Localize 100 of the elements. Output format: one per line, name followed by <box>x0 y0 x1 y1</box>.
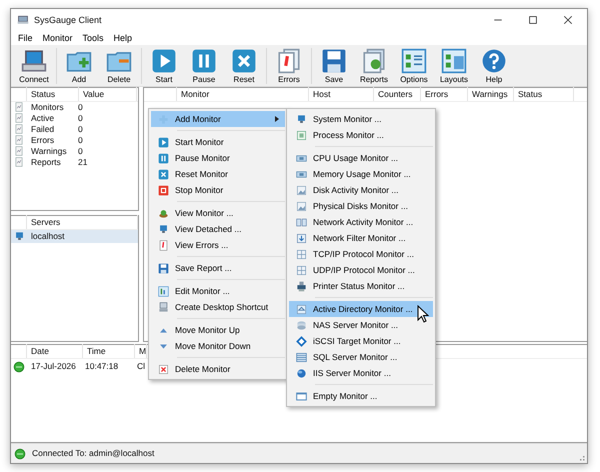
menu-item[interactable]: Stop Monitor <box>151 182 285 198</box>
column-header[interactable]: Servers <box>27 215 138 230</box>
toolbar-button[interactable]: Delete <box>99 46 139 86</box>
table-cell-text: 21 <box>77 157 88 168</box>
table-cell-text: 0 <box>77 113 83 124</box>
status-icon <box>13 360 25 373</box>
menu-item[interactable]: Empty Monitor ... <box>289 388 433 404</box>
grid-icon <box>296 248 306 260</box>
layout-icon <box>441 48 467 74</box>
menu-item[interactable]: View Errors ... <box>151 237 285 253</box>
status-icon <box>14 448 26 460</box>
menu-item[interactable]: Help <box>108 32 138 44</box>
toolbar-button[interactable]: Connect <box>14 46 54 86</box>
menu-item[interactable]: Monitor <box>38 32 78 44</box>
column-header[interactable]: Warnings <box>468 87 514 102</box>
menu-item[interactable]: View Monitor ... <box>151 205 285 221</box>
toolbar-button[interactable]: Add <box>59 46 99 86</box>
menu-item[interactable]: TCP/IP Protocol Monitor ... <box>289 246 433 262</box>
diamond-icon <box>296 336 306 346</box>
image-icon <box>296 200 306 212</box>
table-cell-text: 0 <box>77 102 83 112</box>
app-icon <box>17 14 29 26</box>
table-cell-text: 10:47:18 <box>84 361 120 372</box>
column-header[interactable]: M <box>135 344 147 358</box>
column-header[interactable]: Errors <box>421 87 468 102</box>
table-cell-text: 0 <box>77 135 83 146</box>
menu-item[interactable]: CPU Usage Monitor ... <box>289 150 433 166</box>
table-cell-text: 0 <box>77 146 83 156</box>
menu-item[interactable]: Network Filter Monitor ... <box>289 230 433 246</box>
menu-item[interactable]: Active Directory Monitor ... <box>289 301 433 317</box>
menu-item[interactable]: Printer Status Monitor ... <box>289 278 433 294</box>
menu-item[interactable]: System Monitor ... <box>289 111 433 127</box>
play-icon <box>158 136 168 148</box>
pause-icon <box>191 48 217 74</box>
column-header[interactable]: Date <box>27 344 83 358</box>
floppy-icon <box>321 48 347 74</box>
menu-item[interactable]: File <box>13 32 38 44</box>
table-cell-text: Reports <box>30 157 62 168</box>
x-icon <box>158 168 168 180</box>
menu-item[interactable]: Add Monitor <box>151 111 285 127</box>
table-cell-text: Cl <box>136 361 145 372</box>
toolbar-button[interactable]: Reports <box>354 46 394 86</box>
filter-icon <box>296 232 306 244</box>
menu-item[interactable]: IIS Server Monitor ... <box>289 365 433 381</box>
status-text: Connected To: admin@localhost <box>32 448 156 459</box>
column-header[interactable]: Status <box>27 87 79 102</box>
report-icon <box>14 135 24 146</box>
menu-item[interactable]: Move Monitor Up <box>151 322 285 338</box>
toolbar-button[interactable]: Reset <box>224 46 264 86</box>
toolbar-button[interactable]: Help <box>474 46 514 86</box>
window-icon <box>296 390 306 402</box>
printer-icon <box>296 280 306 292</box>
monitor-icon <box>14 230 25 242</box>
column-header[interactable]: Time <box>83 344 135 358</box>
toolbar-button[interactable]: Layouts <box>434 46 474 86</box>
menu-item[interactable]: SQL Server Monitor ... <box>289 349 433 365</box>
column-header[interactable]: Counters <box>374 87 421 102</box>
menu-item[interactable]: Delete Monitor <box>151 361 285 377</box>
menu-item[interactable]: Reset Monitor <box>151 166 285 182</box>
menu-item[interactable]: Start Monitor <box>151 134 285 150</box>
chip-icon <box>296 152 306 164</box>
reports-icon <box>361 48 387 74</box>
server-icon <box>296 320 306 330</box>
play-icon <box>151 48 177 74</box>
table-icon <box>296 352 306 362</box>
resize-grip-icon[interactable] <box>577 453 585 461</box>
menu-item[interactable]: Physical Disks Monitor ... <box>289 198 433 214</box>
menu-item[interactable]: Move Monitor Down <box>151 338 285 354</box>
toolbar-button[interactable]: Start <box>144 46 184 86</box>
toolbar-button[interactable]: Errors <box>269 46 309 86</box>
column-header[interactable]: Value <box>79 87 137 102</box>
menu-item[interactable]: Save Report ... <box>151 260 285 276</box>
help-icon <box>481 48 507 74</box>
maximize-icon[interactable] <box>527 14 539 26</box>
menu-item[interactable]: Disk Activity Monitor ... <box>289 182 433 198</box>
menu-item[interactable]: Network Activity Monitor ... <box>289 214 433 230</box>
document-icon <box>158 240 168 250</box>
toolbar-button[interactable]: Options <box>394 46 434 86</box>
menu-item[interactable]: iSCSI Target Monitor ... <box>289 333 433 349</box>
table-cell-text: Monitors <box>30 102 65 112</box>
menu-item[interactable]: View Detached ... <box>151 221 285 237</box>
column-header[interactable]: Monitor <box>177 87 309 102</box>
close-icon[interactable] <box>562 14 574 26</box>
menu-item[interactable]: Tools <box>78 32 109 44</box>
server-row[interactable]: localhost <box>11 230 138 243</box>
toolbar-button[interactable]: Pause <box>184 46 224 86</box>
list-icon <box>296 130 306 140</box>
menu-item[interactable]: Edit Monitor ... <box>151 283 285 299</box>
column-header[interactable]: Status <box>514 87 574 102</box>
toolbar-button[interactable]: Save <box>314 46 354 86</box>
globe-icon <box>296 368 306 378</box>
documents-icon <box>276 48 302 74</box>
column-header[interactable]: Host <box>309 87 374 102</box>
menu-item[interactable]: Process Monitor ... <box>289 127 433 143</box>
menu-item[interactable]: Pause Monitor <box>151 150 285 166</box>
menu-item[interactable]: Create Desktop Shortcut <box>151 299 285 315</box>
menu-item[interactable]: UDP/IP Protocol Monitor ... <box>289 262 433 278</box>
menu-item[interactable]: Memory Usage Monitor ... <box>289 166 433 182</box>
table-cell-text: Failed <box>30 124 56 134</box>
bars-icon <box>158 286 168 296</box>
